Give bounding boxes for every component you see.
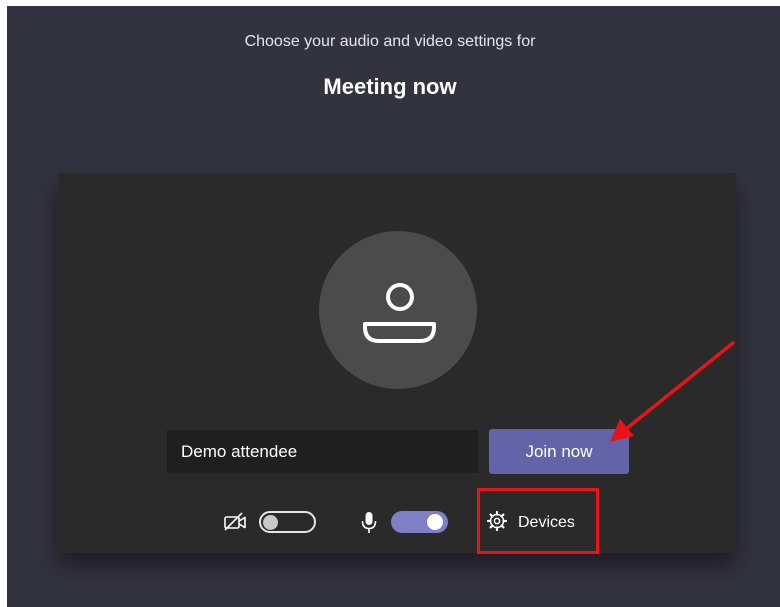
attendee-name-input[interactable] [167, 430, 478, 473]
camera-toggle-knob [263, 515, 278, 530]
camera-off-icon[interactable] [223, 511, 249, 538]
camera-toggle[interactable] [259, 511, 316, 533]
devices-label: Devices [518, 514, 575, 531]
microphone-toggle-knob [427, 514, 443, 530]
gear-icon [485, 509, 509, 538]
prejoin-subtitle: Choose your audio and video settings for [244, 33, 536, 50]
person-icon [363, 283, 436, 343]
meeting-title: Meeting now [323, 74, 457, 99]
avatar [319, 231, 477, 389]
devices-button[interactable]: Devices [482, 508, 592, 538]
microphone-icon[interactable] [359, 510, 379, 541]
microphone-toggle[interactable] [391, 511, 448, 533]
annotation-arrow [610, 341, 735, 442]
